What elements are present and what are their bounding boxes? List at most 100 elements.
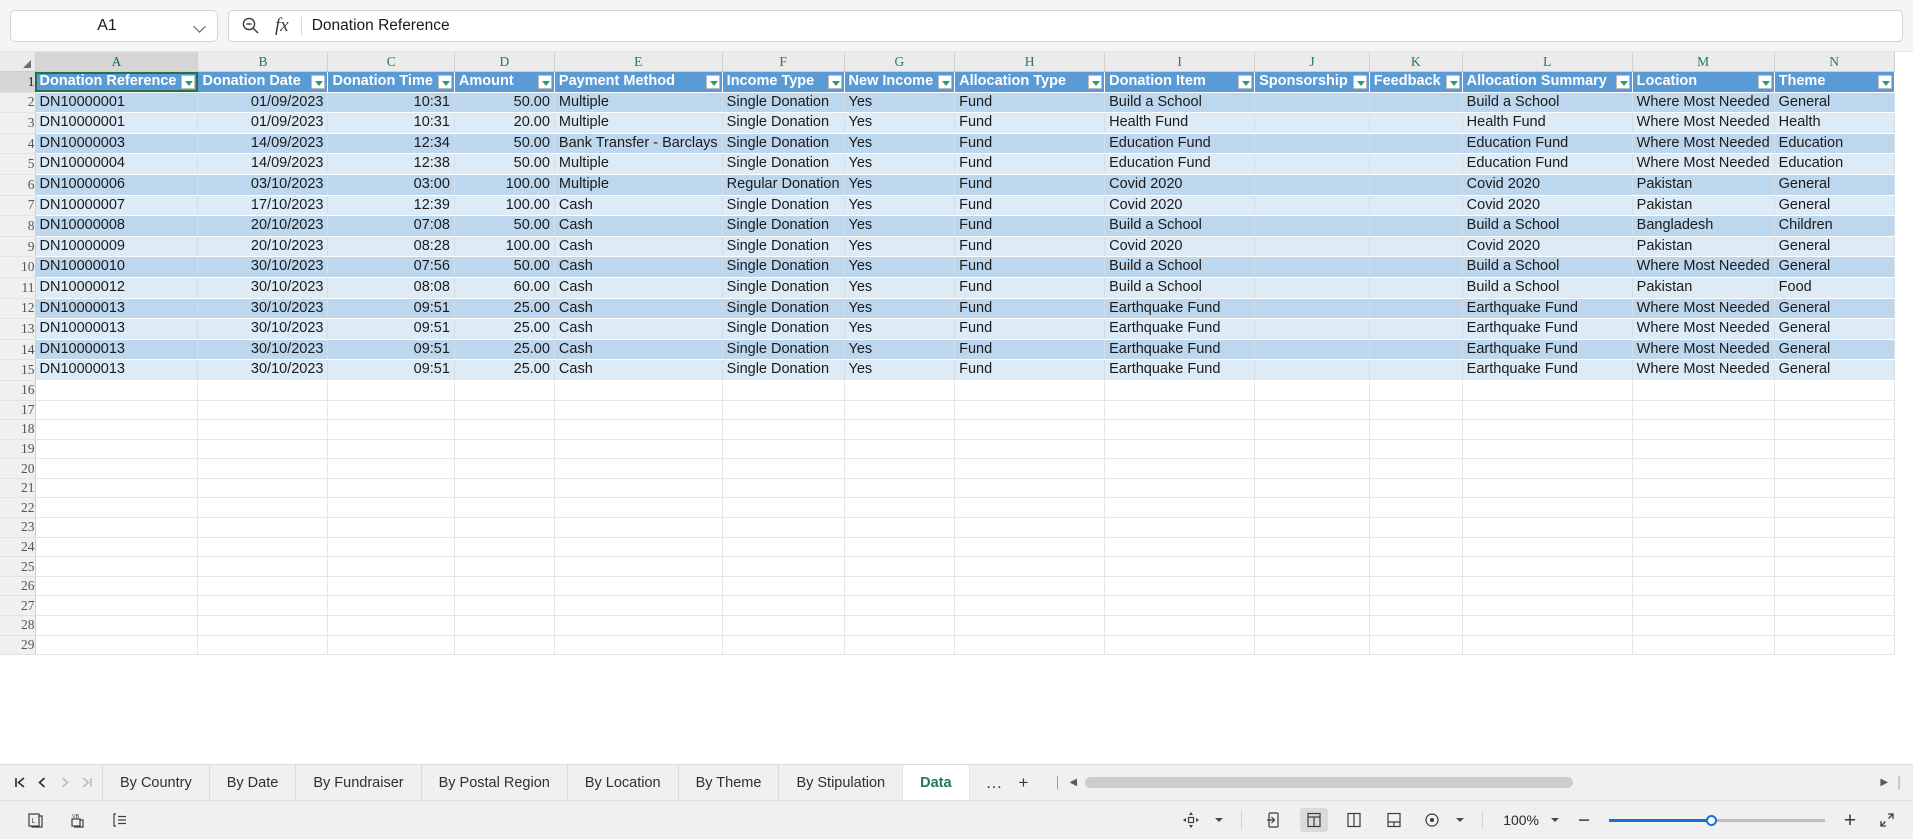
cell[interactable] [1369, 318, 1463, 340]
cell[interactable] [1254, 439, 1370, 460]
column-filter-header-3[interactable]: Donation Time [327, 71, 455, 93]
table-row[interactable]: 29 [0, 635, 1895, 656]
cell[interactable]: DN10000010 [35, 256, 199, 278]
cell[interactable] [844, 497, 956, 519]
cell[interactable] [1254, 256, 1370, 278]
cell[interactable] [1254, 339, 1370, 361]
filter-dropdown-icon[interactable] [827, 74, 842, 89]
cell[interactable] [327, 537, 455, 558]
cell[interactable] [1774, 615, 1895, 636]
cell[interactable]: Education [1774, 133, 1895, 155]
cell[interactable] [1254, 112, 1370, 134]
row-header-15[interactable]: 15 [0, 359, 36, 381]
row-header-6[interactable]: 6 [0, 174, 36, 196]
cell[interactable]: DN10000013 [35, 318, 199, 340]
cell[interactable] [1254, 215, 1370, 237]
cell[interactable] [327, 615, 455, 636]
cell[interactable] [1369, 277, 1463, 299]
cell[interactable] [1254, 400, 1370, 421]
cell[interactable] [1774, 556, 1895, 577]
cell[interactable] [1462, 576, 1633, 597]
cell[interactable] [1632, 400, 1775, 421]
row-header-28[interactable]: 28 [0, 615, 36, 636]
cell[interactable] [1632, 537, 1775, 558]
filter-dropdown-icon[interactable] [181, 74, 196, 89]
cell[interactable] [454, 635, 555, 656]
cell[interactable] [35, 615, 199, 636]
cell[interactable] [722, 556, 845, 577]
display-options-icon[interactable] [1420, 808, 1444, 832]
cell[interactable]: Single Donation [722, 298, 845, 320]
cell[interactable] [1462, 380, 1633, 401]
cell[interactable] [1462, 537, 1633, 558]
cell[interactable] [1369, 458, 1463, 479]
cell[interactable]: 12:39 [327, 195, 455, 217]
cell[interactable] [197, 497, 329, 519]
cell[interactable]: DN10000006 [35, 174, 199, 196]
cell[interactable] [844, 556, 956, 577]
cell[interactable] [35, 595, 199, 617]
name-box[interactable]: A1 [10, 9, 218, 42]
zoom-slider-track[interactable] [1609, 814, 1825, 826]
cell[interactable]: Earthquake Fund [1462, 298, 1633, 320]
cell[interactable] [954, 537, 1106, 558]
cell[interactable]: DN10000013 [35, 298, 199, 320]
cell[interactable] [954, 458, 1106, 479]
cell[interactable]: DN10000001 [35, 112, 199, 134]
cell[interactable] [35, 458, 199, 479]
cell[interactable]: Fund [954, 236, 1106, 258]
cell[interactable]: Cash [554, 215, 723, 237]
cell[interactable] [554, 615, 723, 636]
row-header-29[interactable]: 29 [0, 635, 36, 656]
filter-dropdown-icon[interactable] [437, 74, 452, 89]
cell[interactable]: 03:00 [327, 174, 455, 196]
cell[interactable]: Yes [844, 174, 956, 196]
cell[interactable] [327, 419, 455, 440]
cell[interactable]: Earthquake Fund [1462, 318, 1633, 340]
cell[interactable] [844, 615, 956, 636]
cell[interactable] [1774, 419, 1895, 440]
cell[interactable] [722, 439, 845, 460]
cell[interactable]: 60.00 [454, 277, 555, 299]
table-row[interactable]: 9 DN10000009 20/10/2023 08:28 100.00 Cash Sing… [0, 236, 1895, 258]
cell[interactable] [1774, 380, 1895, 401]
cell[interactable] [1774, 478, 1895, 499]
cell[interactable]: 100.00 [454, 236, 555, 258]
cell[interactable] [197, 400, 329, 421]
column-header-c[interactable]: C [327, 52, 455, 72]
cell[interactable]: Yes [844, 92, 956, 114]
cell[interactable] [554, 439, 723, 460]
column-filter-header-14[interactable]: Theme [1774, 71, 1895, 93]
cell[interactable] [454, 576, 555, 597]
row-header-23[interactable]: 23 [0, 517, 36, 538]
cell[interactable] [722, 458, 845, 479]
cell[interactable] [197, 537, 329, 558]
cell[interactable] [454, 419, 555, 440]
cell[interactable] [1369, 615, 1463, 636]
cell[interactable] [1369, 359, 1463, 381]
cell[interactable] [1104, 517, 1256, 538]
cell[interactable] [1369, 215, 1463, 237]
column-header-b[interactable]: B [197, 52, 329, 72]
cell[interactable]: Single Donation [722, 215, 845, 237]
cell[interactable] [197, 635, 329, 656]
cell[interactable]: Where Most Needed [1632, 153, 1775, 175]
cell[interactable] [1254, 380, 1370, 401]
filter-dropdown-icon[interactable] [1757, 74, 1772, 89]
column-filter-header-4[interactable]: Amount [454, 71, 555, 93]
row-header-2[interactable]: 2 [0, 92, 36, 114]
cell[interactable] [454, 595, 555, 617]
filter-dropdown-icon[interactable] [1877, 74, 1892, 89]
cell[interactable] [722, 497, 845, 519]
normal-view-icon[interactable] [1300, 808, 1328, 832]
cell[interactable] [197, 458, 329, 479]
cell[interactable]: Cash [554, 339, 723, 361]
cell[interactable]: Build a School [1104, 256, 1256, 278]
first-sheet-icon[interactable] [10, 770, 30, 796]
cell[interactable] [1774, 635, 1895, 656]
cell[interactable] [1632, 458, 1775, 479]
row-header-27[interactable]: 27 [0, 595, 36, 617]
cell[interactable]: 20/10/2023 [197, 236, 329, 258]
column-header-h[interactable]: H [954, 52, 1106, 72]
cell[interactable] [1632, 478, 1775, 499]
